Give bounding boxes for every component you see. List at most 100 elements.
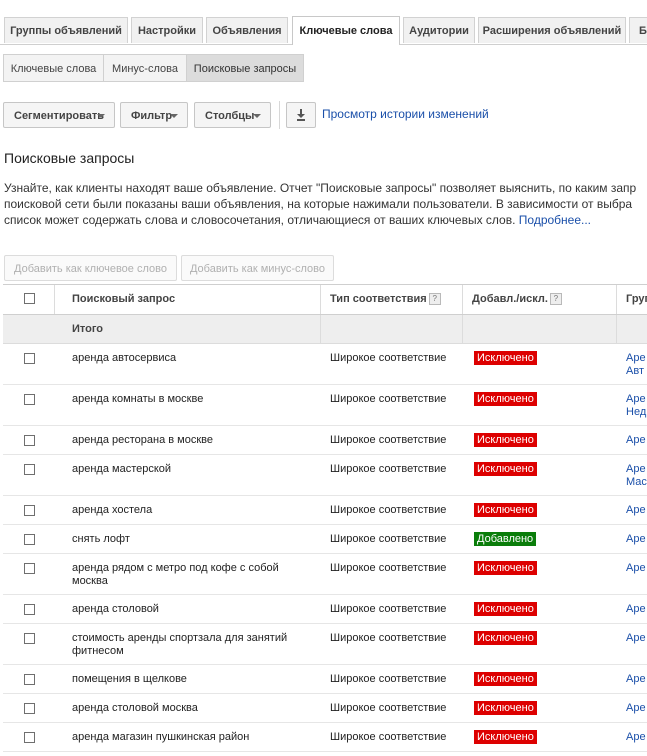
status-badge: Исключено <box>474 561 537 575</box>
chevron-down-icon <box>253 114 261 118</box>
download-icon <box>297 109 305 121</box>
learn-more-link[interactable]: Подробнее... <box>519 213 591 227</box>
ad-group-link[interactable]: Мас <box>626 476 647 489</box>
filter-button[interactable]: Фильтр <box>120 102 188 128</box>
ad-group-cell: Аре <box>626 702 646 715</box>
add-as-negative-button[interactable]: Добавить как минус-слово <box>181 255 334 281</box>
ad-group-cell: Аре <box>626 562 646 575</box>
tab-keywords[interactable]: Ключевые слова <box>292 16 400 45</box>
ad-group-link[interactable]: Аре <box>626 463 647 476</box>
add-as-keyword-button[interactable]: Добавить как ключевое слово <box>4 255 177 281</box>
ad-group-cell: Аре <box>626 632 646 645</box>
ad-group-link[interactable]: Аре <box>626 393 646 406</box>
ad-group-cell: Аре <box>626 533 646 546</box>
ad-group-link[interactable]: Аре <box>626 632 646 645</box>
ad-group-cell: Аре <box>626 504 646 517</box>
columns-button[interactable]: Столбцы <box>194 102 271 128</box>
row-checkbox[interactable] <box>24 353 35 364</box>
search-term: стоимость аренды спортзала для занятий ф… <box>72 632 288 657</box>
row-checkbox[interactable] <box>24 633 35 644</box>
ad-group-link[interactable]: Аре <box>626 603 646 616</box>
page-title: Поисковые запросы <box>4 150 135 166</box>
row-checkbox[interactable] <box>24 703 35 714</box>
col-header-added-excluded[interactable]: Добавл./искл.? <box>472 293 562 306</box>
col-header-ad-group[interactable]: Груп <box>626 293 647 305</box>
col-header-match-type-label: Тип соответствия <box>330 293 427 305</box>
status-badge: Исключено <box>474 462 537 476</box>
table-row: аренда хостела Широкое соответствие Исключ… <box>3 496 647 525</box>
tab-audiences[interactable]: Аудитории <box>403 17 475 43</box>
ad-group-link[interactable]: Аре <box>626 434 646 447</box>
search-term: аренда столовой <box>72 603 159 615</box>
table-row: аренда рядом с метро под кофе с собой мо… <box>3 554 647 595</box>
row-checkbox[interactable] <box>24 732 35 743</box>
row-checkbox[interactable] <box>24 505 35 516</box>
row-checkbox[interactable] <box>24 464 35 475</box>
segment-label: Сегментировать <box>14 110 105 122</box>
tab-ads[interactable]: Объявления <box>206 17 288 43</box>
ad-group-cell: Аре <box>626 673 646 686</box>
status-badge: Добавлено <box>474 532 537 546</box>
col-header-match-type[interactable]: Тип соответствия? <box>330 293 441 306</box>
ad-group-link[interactable]: Аре <box>626 504 646 517</box>
table-body: аренда автосервиса Широкое соответствие Ис… <box>3 344 647 752</box>
col-divider <box>320 315 321 343</box>
segment-button[interactable]: Сегментировать <box>3 102 115 128</box>
match-type: Широкое соответствие <box>330 632 447 644</box>
tab-more[interactable]: Б <box>629 17 647 43</box>
ad-group-link[interactable]: Аре <box>626 562 646 575</box>
match-type: Широкое соответствие <box>330 352 447 364</box>
status-badge: Исключено <box>474 503 537 517</box>
ad-group-link[interactable]: Аре <box>626 673 646 686</box>
tab-ad-extensions[interactable]: Расширения объявлений <box>478 17 626 43</box>
toolbar-divider <box>279 101 280 129</box>
match-type: Широкое соответствие <box>330 533 447 545</box>
search-term: аренда магазин пушкинская район <box>72 731 250 743</box>
match-type: Широкое соответствие <box>330 562 447 574</box>
search-term: аренда комнаты в москве <box>72 393 204 405</box>
download-button[interactable] <box>286 102 316 128</box>
row-checkbox[interactable] <box>24 534 35 545</box>
search-term: аренда автосервиса <box>72 352 177 364</box>
row-checkbox[interactable] <box>24 394 35 405</box>
subtab-keywords[interactable]: Ключевые слова <box>3 54 104 82</box>
row-checkbox[interactable] <box>24 563 35 574</box>
match-type: Широкое соответствие <box>330 393 447 405</box>
status-badge: Исключено <box>474 392 537 406</box>
col-header-query[interactable]: Поисковый запрос <box>72 293 175 305</box>
table-row: аренда столовой москва Широкое соответств… <box>3 694 647 723</box>
match-type: Широкое соответствие <box>330 673 447 685</box>
change-history-link[interactable]: Просмотр истории изменений <box>322 107 489 121</box>
help-icon[interactable]: ? <box>428 293 441 306</box>
ad-group-link[interactable]: Нед <box>626 406 646 419</box>
tab-settings[interactable]: Настройки <box>131 17 203 43</box>
ad-group-link[interactable]: Аре <box>626 731 646 744</box>
total-label: Итого <box>72 323 104 335</box>
intro-line-3: список может содержать слова и словосоче… <box>4 212 647 228</box>
ad-group-link[interactable]: Аре <box>626 702 646 715</box>
select-all-checkbox[interactable] <box>24 293 35 304</box>
intro-line-1: Узнайте, как клиенты находят ваше объявл… <box>4 181 637 195</box>
status-badge: Исключено <box>474 602 537 616</box>
table-row: стоимость аренды спортзала для занятий ф… <box>3 624 647 665</box>
match-type: Широкое соответствие <box>330 702 447 714</box>
tab-ad-groups[interactable]: Группы объявлений <box>4 17 128 43</box>
help-icon[interactable]: ? <box>549 293 562 306</box>
subtab-negative-keywords[interactable]: Минус-слова <box>103 54 187 82</box>
row-checkbox[interactable] <box>24 674 35 685</box>
col-divider <box>462 315 463 343</box>
columns-label: Столбцы <box>205 110 255 122</box>
status-badge: Исключено <box>474 631 537 645</box>
intro-line-3-text: список может содержать слова и словосоче… <box>4 213 516 227</box>
table-row: аренда автосервиса Широкое соответствие Ис… <box>3 344 647 385</box>
ad-group-link[interactable]: Авт <box>626 365 646 378</box>
ad-group-link[interactable]: Аре <box>626 352 646 365</box>
table-row: аренда магазин пушкинская район Широкое с… <box>3 723 647 752</box>
ad-group-cell: Аре <box>626 434 646 447</box>
row-checkbox[interactable] <box>24 435 35 446</box>
subtab-search-terms[interactable]: Поисковые запросы <box>186 54 304 82</box>
intro-text: Узнайте, как клиенты находят ваше объявл… <box>4 180 647 228</box>
ad-group-link[interactable]: Аре <box>626 533 646 546</box>
row-checkbox[interactable] <box>24 604 35 615</box>
table-header: Поисковый запрос Тип соответствия? Добав… <box>3 284 647 315</box>
